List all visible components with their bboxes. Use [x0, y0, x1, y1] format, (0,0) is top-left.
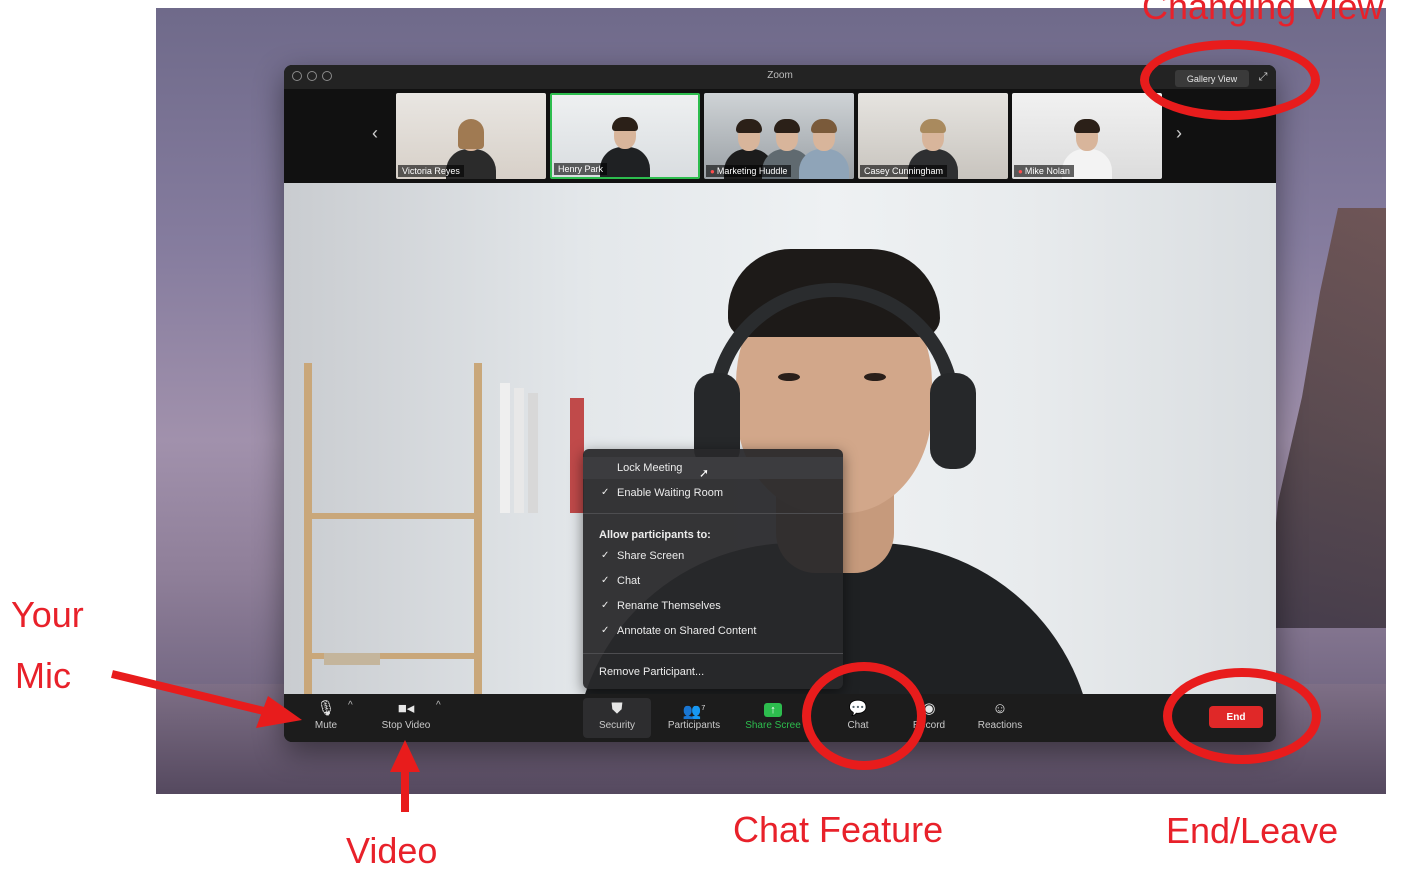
participant-video — [799, 115, 849, 179]
participant-name: ● Mike Nolan — [1014, 165, 1074, 177]
annotation-circle-end — [1163, 668, 1321, 764]
microphone-icon: 🎙 — [316, 700, 336, 717]
checkmark-icon: ✓ — [601, 625, 610, 636]
participant-tile[interactable]: ● Marketing Huddle — [704, 93, 854, 179]
enable-waiting-room-item[interactable]: ✓ Enable Waiting Room — [583, 482, 843, 504]
stop-video-button[interactable]: ■◂ Stop Video — [376, 698, 436, 738]
zoom-window: Zoom Gallery View ⤢ ‹ Victoria Reyes Hen… — [284, 65, 1276, 742]
annotation-your-mic-line2: Mic — [15, 655, 71, 696]
share-screen-button[interactable]: ↑ Share Scree — [742, 698, 804, 738]
security-button[interactable]: ⛊ Security — [583, 698, 651, 738]
allow-participants-heading: Allow participants to: — [599, 529, 711, 541]
participant-tile[interactable]: Casey Cunningham — [858, 93, 1008, 179]
meeting-toolbar: 🎙 Mute ^ ■◂ Stop Video ^ ⛊ Security 👥7 P… — [284, 694, 1276, 742]
participant-name: ● Marketing Huddle — [706, 165, 792, 177]
participants-icon: 👥7 — [682, 703, 706, 720]
menu-divider — [583, 653, 843, 654]
muted-mic-icon: ● — [1018, 167, 1023, 176]
participant-tile[interactable]: Victoria Reyes — [396, 93, 546, 179]
participant-video — [600, 113, 650, 177]
participant-name: Victoria Reyes — [398, 165, 464, 177]
audio-options-caret-icon[interactable]: ^ — [348, 700, 353, 711]
remove-participant-item[interactable]: Remove Participant... — [583, 661, 843, 683]
participants-button[interactable]: 👥7 Participants — [660, 698, 728, 738]
participant-tile-active[interactable]: Henry Park — [550, 93, 700, 179]
annotation-chat-feature: Chat Feature — [733, 809, 944, 850]
lock-meeting-item[interactable]: Lock Meeting — [583, 457, 843, 479]
video-options-caret-icon[interactable]: ^ — [436, 700, 441, 711]
share-screen-icon: ↑ — [764, 698, 782, 720]
annotation-circle-view — [1140, 40, 1320, 120]
allow-annotate-item[interactable]: ✓ Annotate on Shared Content — [583, 620, 843, 642]
participant-name: Casey Cunningham — [860, 165, 948, 177]
allow-rename-item[interactable]: ✓ Rename Themselves — [583, 595, 843, 617]
participant-strip: ‹ Victoria Reyes Henry Park ● Marketing … — [284, 89, 1276, 183]
annotation-video: Video — [346, 830, 438, 871]
checkmark-icon: ✓ — [601, 550, 610, 561]
annotation-end-leave: End/Leave — [1166, 810, 1339, 851]
participant-name: Henry Park — [554, 163, 608, 175]
participant-tile[interactable]: ● Mike Nolan — [1012, 93, 1162, 179]
shield-icon: ⛊ — [611, 700, 623, 717]
main-speaker-video: Lock Meeting ➚ ✓ Enable Waiting Room Allo… — [284, 183, 1276, 694]
allow-chat-item[interactable]: ✓ Chat — [583, 570, 843, 592]
mute-button[interactable]: 🎙 Mute — [306, 698, 346, 738]
mouse-cursor-icon: ➚ — [699, 466, 710, 480]
reactions-button[interactable]: ☺ Reactions — [970, 698, 1030, 738]
checkmark-icon: ✓ — [601, 487, 610, 498]
annotation-circle-chat — [802, 662, 926, 770]
muted-mic-icon: ● — [710, 167, 715, 176]
annotation-your-mic-line1: Your — [11, 594, 84, 635]
checkmark-icon: ✓ — [601, 575, 610, 586]
window-title: Zoom — [767, 70, 793, 81]
title-bar: Zoom Gallery View ⤢ — [284, 65, 1276, 89]
bookshelf — [304, 363, 312, 694]
annotation-changing-view: Changing View — [1142, 0, 1384, 27]
checkmark-icon: ✓ — [601, 600, 610, 611]
strip-prev-arrow-icon[interactable]: ‹ — [372, 123, 378, 143]
reactions-icon: ☺ — [992, 700, 1008, 717]
wallpaper-cliff — [1266, 208, 1386, 628]
strip-next-arrow-icon[interactable]: › — [1176, 123, 1182, 143]
video-camera-icon: ■◂ — [397, 700, 415, 717]
security-menu: Lock Meeting ➚ ✓ Enable Waiting Room Allo… — [583, 449, 843, 689]
allow-share-screen-item[interactable]: ✓ Share Screen — [583, 545, 843, 567]
menu-divider — [583, 513, 843, 514]
